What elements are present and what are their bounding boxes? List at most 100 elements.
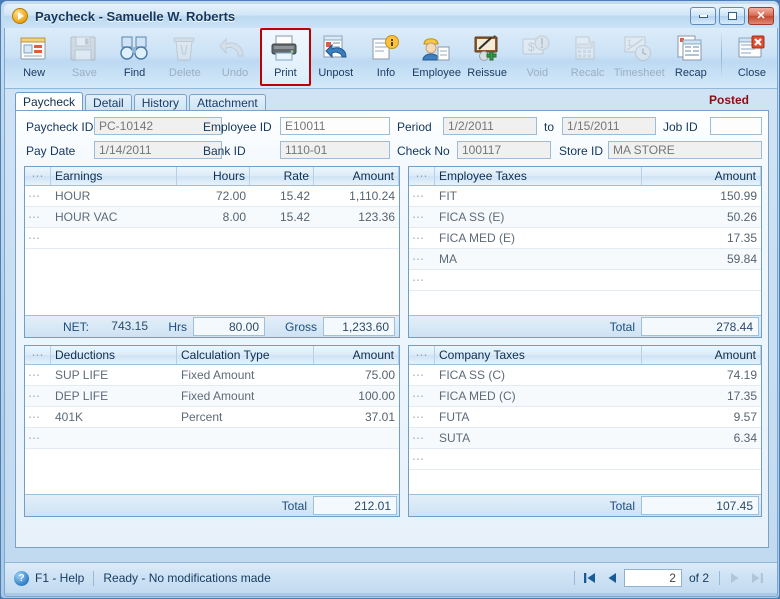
grid-column-header[interactable]: Amount [642,167,761,185]
grid-column-header[interactable]: Rate [250,167,314,185]
grid-column-header[interactable]: ⋯ [25,346,51,364]
employee-taxes-grid[interactable]: ⋯ Employee Taxes Amount ⋯ FIT 150.99 ⋯ FICA SS … [408,166,762,338]
table-row[interactable]: ⋯ SUP LIFE Fixed Amount 75.00 [25,365,399,386]
job-id-field[interactable] [710,117,762,135]
row-menu-dots[interactable]: ⋯ [25,186,51,206]
table-row[interactable]: ⋯ FICA SS (C) 74.19 [409,365,761,386]
table-row[interactable]: ⋯ SUTA 6.34 [409,428,761,449]
grid-column-header[interactable]: Calculation Type [177,346,314,364]
earnings-code-cell[interactable]: HOUR VAC [51,207,177,227]
toolbar-button-find[interactable]: Find [109,28,159,86]
earnings-grid[interactable]: ⋯ Earnings Hours Rate Amount ⋯ HOUR 72.00 15.42 1… [24,166,400,338]
employee-tax-amount-cell[interactable] [642,270,761,290]
tab-paycheck[interactable]: Paycheck [15,92,84,111]
company-tax-code-cell[interactable]: FUTA [435,407,642,427]
employee-tax-code-cell[interactable]: FICA SS (E) [435,207,642,227]
period-to-field[interactable]: 1/15/2011 [562,117,656,135]
deduction-code-cell[interactable] [51,428,177,448]
deduction-amount-cell[interactable]: 37.01 [314,407,399,427]
grid-column-header[interactable]: Employee Taxes [435,167,642,185]
deduction-amount-cell[interactable] [314,428,399,448]
row-menu-dots[interactable]: ⋯ [409,207,435,227]
row-menu-dots[interactable]: ⋯ [25,386,51,406]
toolbar-button-info[interactable]: Info [361,28,411,86]
row-menu-dots[interactable]: ⋯ [25,207,51,227]
maximize-button[interactable] [719,7,745,25]
deduction-calc-type-cell[interactable]: Fixed Amount [177,365,314,385]
grid-column-header[interactable]: Amount [642,346,761,364]
row-menu-dots[interactable]: ⋯ [25,428,51,448]
deduction-code-cell[interactable]: 401K [51,407,177,427]
grid-column-header[interactable]: Company Taxes [435,346,642,364]
earnings-amount-cell[interactable] [314,228,399,248]
grid-column-header[interactable]: Amount [314,346,399,364]
table-row[interactable]: ⋯ [25,428,399,449]
close-button[interactable]: ✕ [748,7,774,25]
check-no-field[interactable]: 100117 [457,141,551,159]
tab-history[interactable]: History [133,94,188,111]
row-menu-dots[interactable]: ⋯ [409,407,435,427]
toolbar-button-new[interactable]: New [9,28,59,86]
table-row[interactable]: ⋯ FIT 150.99 [409,186,761,207]
company-tax-amount-cell[interactable]: 17.35 [642,386,761,406]
deductions-grid[interactable]: ⋯ Deductions Calculation Type Amount ⋯ SUP LI… [24,345,400,517]
earnings-rate-cell[interactable]: 15.42 [250,207,314,227]
table-row[interactable]: ⋯ [409,449,761,470]
table-row[interactable]: ⋯ FUTA 9.57 [409,407,761,428]
toolbar-button-close[interactable]: Close [727,28,777,86]
employee-tax-amount-cell[interactable]: 50.26 [642,207,761,227]
deduction-code-cell[interactable]: DEP LIFE [51,386,177,406]
toolbar-button-reissue[interactable]: Reissue [462,28,512,86]
table-row[interactable]: ⋯ [25,228,399,249]
store-id-field[interactable]: MA STORE [608,141,762,159]
help-label[interactable]: F1 - Help [35,571,84,585]
company-taxes-grid[interactable]: ⋯ Company Taxes Amount ⋯ FICA SS (C) 74.19 ⋯ FI… [408,345,762,517]
grid-column-header[interactable]: ⋯ [25,167,51,185]
earnings-hours-cell[interactable] [177,228,250,248]
company-tax-code-cell[interactable]: SUTA [435,428,642,448]
row-menu-dots[interactable]: ⋯ [25,228,51,248]
earnings-hours-cell[interactable]: 8.00 [177,207,250,227]
row-menu-dots[interactable]: ⋯ [409,365,435,385]
table-row[interactable]: ⋯ HOUR 72.00 15.42 1,110.24 [25,186,399,207]
table-row[interactable]: ⋯ DEP LIFE Fixed Amount 100.00 [25,386,399,407]
earnings-code-cell[interactable]: HOUR [51,186,177,206]
row-menu-dots[interactable]: ⋯ [409,386,435,406]
previous-record-icon[interactable] [602,569,622,587]
toolbar-button-employee[interactable]: Employee [411,28,462,86]
table-row[interactable]: ⋯ FICA MED (E) 17.35 [409,228,761,249]
earnings-rate-cell[interactable]: 15.42 [250,186,314,206]
earnings-amount-cell[interactable]: 1,110.24 [314,186,399,206]
deduction-calc-type-cell[interactable]: Percent [177,407,314,427]
table-row[interactable]: ⋯ HOUR VAC 8.00 15.42 123.36 [25,207,399,228]
title-bar[interactable]: Paycheck - Samuelle W. Roberts ✕ [4,4,778,28]
toolbar-button-print[interactable]: Print [260,28,311,86]
minimize-button[interactable] [690,7,716,25]
employee-tax-amount-cell[interactable]: 150.99 [642,186,761,206]
earnings-amount-cell[interactable]: 123.36 [314,207,399,227]
grid-column-header[interactable]: ⋯ [409,167,435,185]
next-record-icon[interactable] [725,569,745,587]
question-mark-icon[interactable]: ? [14,570,29,586]
company-tax-amount-cell[interactable]: 74.19 [642,365,761,385]
tab-detail[interactable]: Detail [85,94,132,111]
grid-column-header[interactable]: Earnings [51,167,177,185]
deduction-calc-type-cell[interactable]: Fixed Amount [177,386,314,406]
first-record-icon[interactable] [580,569,600,587]
row-menu-dots[interactable]: ⋯ [25,365,51,385]
last-record-icon[interactable] [747,569,767,587]
table-row[interactable]: ⋯ FICA SS (E) 50.26 [409,207,761,228]
deduction-amount-cell[interactable]: 100.00 [314,386,399,406]
employee-tax-code-cell[interactable]: FICA MED (E) [435,228,642,248]
grid-column-header[interactable]: Hours [177,167,250,185]
employee-tax-code-cell[interactable]: MA [435,249,642,269]
company-tax-code-cell[interactable] [435,449,642,469]
deduction-amount-cell[interactable]: 75.00 [314,365,399,385]
row-menu-dots[interactable]: ⋯ [409,249,435,269]
employee-tax-code-cell[interactable] [435,270,642,290]
row-menu-dots[interactable]: ⋯ [25,407,51,427]
company-tax-amount-cell[interactable]: 9.57 [642,407,761,427]
grid-column-header[interactable]: ⋯ [409,346,435,364]
company-tax-code-cell[interactable]: FICA SS (C) [435,365,642,385]
row-menu-dots[interactable]: ⋯ [409,428,435,448]
